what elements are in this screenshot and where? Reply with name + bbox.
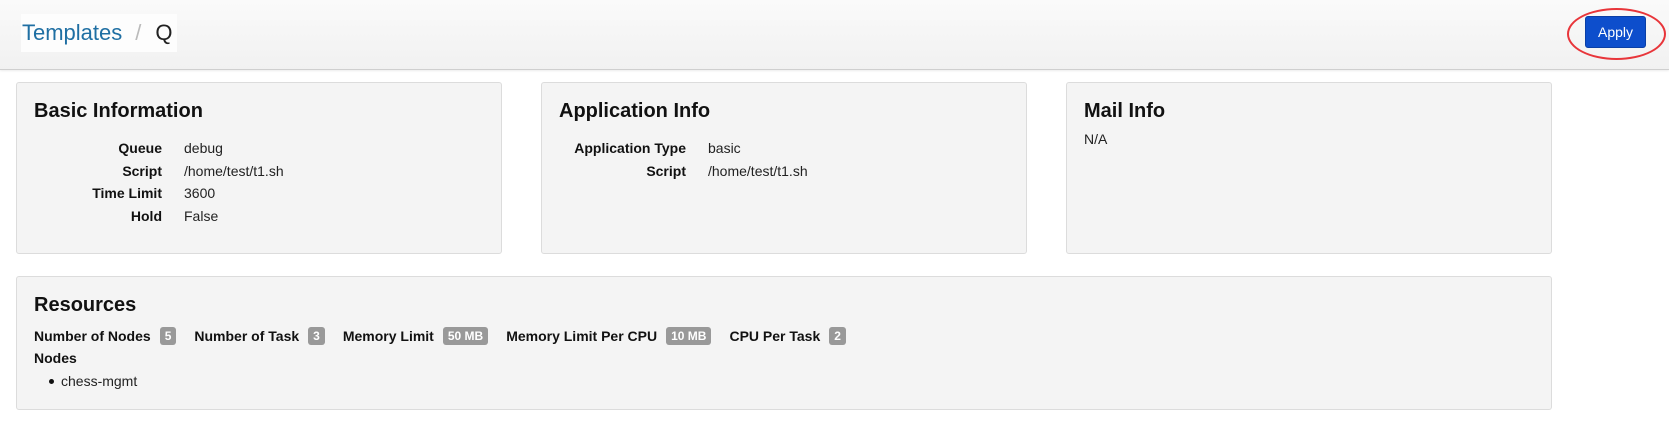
kv-row-application-type: Application Type basic — [559, 137, 808, 160]
resource-item-memory-limit: Memory Limit 50 MB — [342, 327, 489, 345]
kv-row-hold: Hold False — [34, 205, 284, 228]
resource-summary: Number of Nodes 5 Number of Task 3 Memor… — [34, 327, 864, 345]
panel-title: Mail Info — [1084, 100, 1166, 122]
kv-key: Script — [646, 162, 686, 179]
resource-item-memory-per-cpu: Memory Limit Per CPU 10 MB — [506, 327, 712, 345]
breadcrumb-templates-link[interactable]: Templates — [22, 20, 122, 46]
basic-info-list: Queue debug Script /home/test/t1.sh Time… — [34, 137, 284, 228]
count-badge: 3 — [308, 327, 325, 345]
resource-item-tasks: Number of Task 3 — [194, 327, 325, 345]
panel-title: Resources — [34, 294, 137, 316]
kv-value: 3600 — [184, 185, 216, 201]
mail-info-value: N/A — [1084, 131, 1108, 147]
kv-key: Time Limit — [92, 185, 162, 201]
list-item: chess-mgmt — [34, 373, 137, 389]
resources-panel: Resources Number of Nodes 5 Number of Ta… — [16, 276, 1552, 410]
node-name: chess-mgmt — [61, 373, 138, 389]
apply-button[interactable]: Apply — [1585, 16, 1646, 48]
kv-row-script: Script /home/test/t1.sh — [559, 160, 808, 183]
panel-title: Basic Information — [34, 100, 203, 122]
resource-label: CPU Per Task — [729, 328, 821, 344]
kv-key: Script — [122, 162, 162, 179]
mail-info-panel: Mail Info N/A — [1066, 82, 1552, 254]
resource-label: Number of Nodes — [34, 328, 151, 344]
nodes-heading: Nodes — [34, 350, 77, 366]
kv-value: /home/test/t1.sh — [184, 162, 284, 179]
resource-item-nodes: Number of Nodes 5 — [34, 327, 177, 345]
application-info-list: Application Type basic Script /home/test… — [559, 137, 808, 183]
value-badge: 50 MB — [442, 327, 489, 345]
resource-label: Number of Task — [194, 328, 300, 344]
breadcrumb-current: Q — [155, 20, 173, 45]
count-badge: 5 — [159, 327, 177, 345]
kv-row-queue: Queue debug — [34, 137, 284, 160]
kv-value: debug — [184, 140, 223, 156]
breadcrumb: Templates / Q — [21, 14, 177, 52]
value-badge: 10 MB — [666, 327, 712, 345]
kv-value: /home/test/t1.sh — [708, 162, 808, 179]
resource-label: Memory Limit Per CPU — [506, 328, 658, 344]
bullet-icon — [49, 378, 54, 384]
kv-key: Hold — [130, 207, 162, 224]
breadcrumb-separator: / — [135, 20, 142, 45]
kv-key: Queue — [118, 140, 162, 156]
kv-row-time-limit: Time Limit 3600 — [34, 182, 284, 205]
count-badge: 2 — [829, 327, 846, 345]
kv-value: basic — [708, 140, 741, 156]
basic-information-panel: Basic Information Queue debug Script /ho… — [16, 82, 502, 254]
nodes-list: chess-mgmt — [34, 373, 137, 389]
kv-row-script: Script /home/test/t1.sh — [34, 160, 284, 183]
top-bar: Templates / Q Apply — [0, 0, 1669, 70]
kv-key: Application Type — [574, 140, 686, 156]
kv-value: False — [184, 207, 219, 224]
application-info-panel: Application Info Application Type basic … — [541, 82, 1027, 254]
resource-label: Memory Limit — [342, 328, 434, 344]
resource-item-cpu-per-task: CPU Per Task 2 — [729, 327, 846, 345]
panel-title: Application Info — [559, 100, 711, 122]
